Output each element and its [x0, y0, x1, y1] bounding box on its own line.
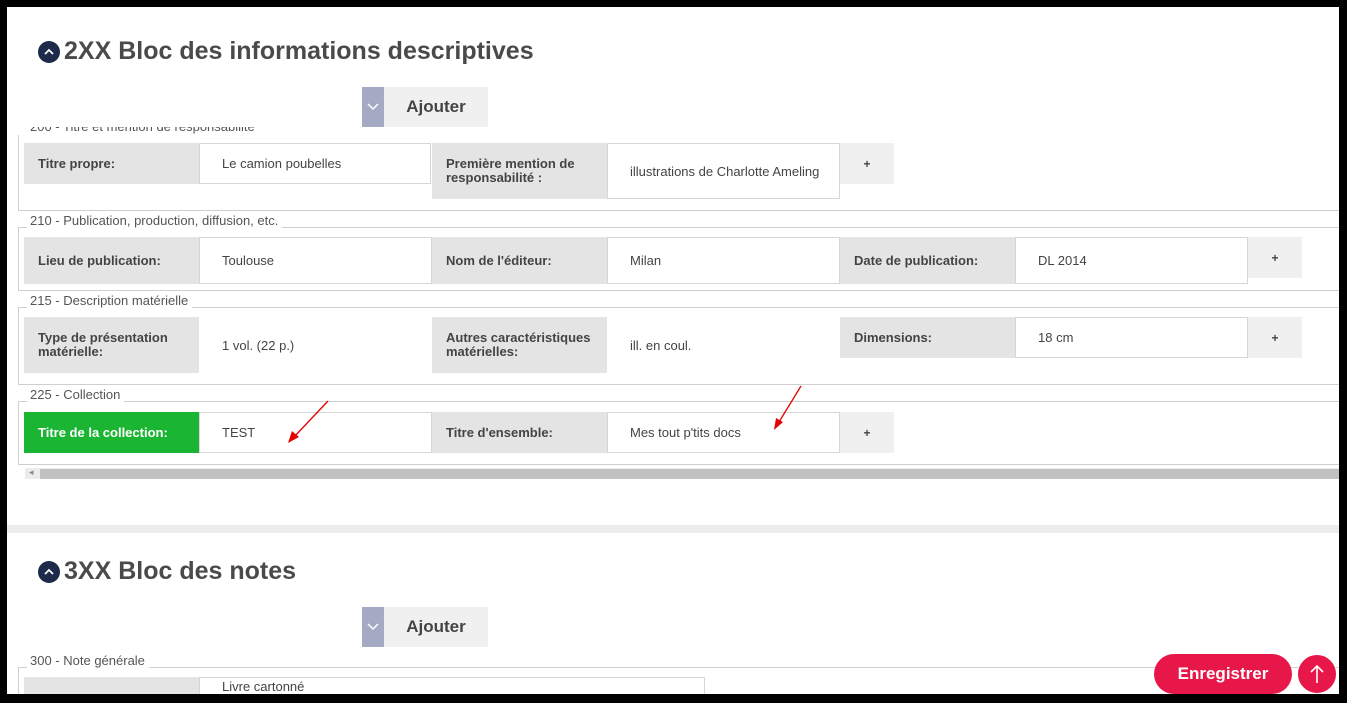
section-header-3xx: 3XX Bloc des notes: [38, 557, 296, 586]
field-label-titre-ensemble: Titre d'ensemble:: [432, 412, 607, 453]
add-subfield-button[interactable]: +: [840, 143, 894, 184]
field-value-autres-caracteristiques[interactable]: ill. en coul.: [607, 317, 840, 373]
fieldset-legend: 225 - Collection: [27, 387, 125, 403]
field-label-lieu-publication: Lieu de publication:: [24, 237, 199, 284]
field-value-premiere-mention[interactable]: illustrations de Charlotte Ameling: [607, 143, 840, 199]
fieldset-legend: 200 - Titre et mention de responsabilité: [27, 127, 259, 135]
scroll-left-icon[interactable]: ◂: [29, 467, 34, 478]
fieldset-legend: 215 - Description matérielle: [27, 293, 193, 309]
field-label-titre-propre: Titre propre:: [24, 143, 199, 184]
chevron-up-icon[interactable]: [38, 560, 60, 583]
arrow-up-icon: [1310, 664, 1324, 683]
fieldset-border: [18, 401, 1339, 402]
fieldset-border: [18, 210, 1339, 211]
fieldset-legend: 300 - Note générale: [27, 653, 149, 669]
fieldset-border: [18, 401, 19, 465]
fieldset-legend: 210 - Publication, production, diffusion…: [27, 213, 283, 229]
fieldset-border: [18, 227, 19, 291]
field-label-date-publication: Date de publication:: [840, 237, 1015, 284]
add-field-group-2xx: Ajouter: [362, 87, 488, 127]
field-label-titre-collection: Titre de la collection:: [24, 412, 199, 453]
field-label-autres-caracteristiques: Autres caractéristiques matérielles:: [432, 317, 607, 373]
section-divider: [7, 525, 1339, 533]
fieldset-border: [18, 135, 19, 211]
save-button[interactable]: Enregistrer: [1154, 654, 1292, 694]
fieldset-border: [18, 307, 19, 385]
add-subfield-button[interactable]: +: [1248, 317, 1302, 358]
scroll-top-button[interactable]: [1297, 654, 1337, 694]
fieldset-border: [18, 307, 1339, 308]
field-value-titre-propre[interactable]: Le camion poubelles: [199, 143, 431, 184]
app-frame: 2XX Bloc des informations descriptives A…: [0, 0, 1347, 703]
fieldset-border: [18, 667, 1339, 668]
field-label-dimensions: Dimensions:: [840, 317, 1015, 358]
field-value-date-publication[interactable]: DL 2014: [1015, 237, 1248, 284]
field-label-type-presentation: Type de présentation matérielle:: [24, 317, 199, 373]
field-label-note-generale: [24, 677, 199, 694]
section-header-2xx: 2XX Bloc des informations descriptives: [38, 37, 534, 66]
add-button-3xx[interactable]: Ajouter: [384, 607, 488, 647]
field-value-note-generale[interactable]: Livre cartonné: [199, 677, 705, 694]
scrollbar-thumb[interactable]: [40, 469, 1339, 479]
chevron-down-icon[interactable]: [362, 87, 384, 127]
field-label-premiere-mention: Première mention de responsabilité :: [432, 143, 607, 199]
horizontal-scrollbar[interactable]: ◂: [25, 467, 1339, 479]
fieldset-border: [18, 384, 1339, 385]
add-field-group-3xx: Ajouter: [362, 607, 488, 647]
chevron-down-icon[interactable]: [362, 607, 384, 647]
fieldset-border: [18, 667, 19, 694]
fieldset-border: [18, 464, 1339, 465]
field-value-nom-editeur[interactable]: Milan: [607, 237, 840, 284]
fieldset-border: [18, 290, 1339, 291]
add-button-2xx[interactable]: Ajouter: [384, 87, 488, 127]
field-label-nom-editeur: Nom de l'éditeur:: [432, 237, 607, 284]
add-subfield-button[interactable]: +: [1248, 237, 1302, 278]
fieldset-200-legend-clip: 200 - Titre et mention de responsabilité: [27, 127, 1339, 135]
annotation-arrow-icon: [288, 400, 329, 443]
field-value-type-presentation[interactable]: 1 vol. (22 p.): [199, 317, 432, 373]
add-subfield-button[interactable]: +: [840, 412, 894, 453]
chevron-up-icon[interactable]: [38, 40, 60, 63]
section-title-3xx: 3XX Bloc des notes: [64, 557, 297, 585]
annotation-arrow-icon: [774, 385, 802, 430]
field-value-lieu-publication[interactable]: Toulouse: [199, 237, 432, 284]
section-title-2xx: 2XX Bloc des informations descriptives: [64, 37, 534, 65]
field-value-dimensions[interactable]: 18 cm: [1015, 317, 1248, 358]
